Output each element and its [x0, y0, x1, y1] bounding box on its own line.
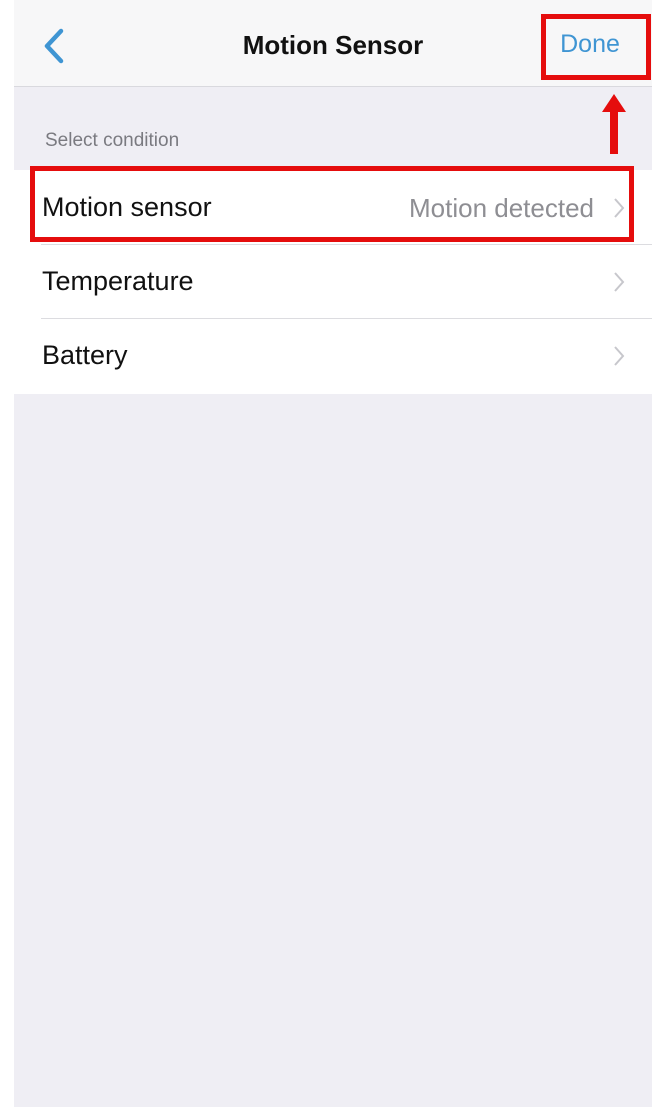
condition-value: Motion detected: [408, 193, 594, 223]
chevron-right-icon: [614, 272, 625, 292]
condition-label: Battery: [42, 340, 128, 370]
chevron-right-icon: [614, 346, 625, 366]
condition-label: Temperature: [42, 266, 194, 296]
condition-row-motion-sensor[interactable]: Motion sensor Motion detected: [14, 170, 652, 244]
section-header: Select condition: [45, 130, 180, 151]
navigation-bar: Motion Sensor Done: [14, 0, 652, 87]
app-screen: Motion Sensor Done Select condition Moti…: [14, 0, 652, 1107]
condition-row-temperature[interactable]: Temperature: [14, 244, 652, 318]
done-button[interactable]: Done: [547, 30, 633, 59]
arrow-up-icon: [602, 94, 626, 154]
condition-row-battery[interactable]: Battery: [14, 318, 652, 392]
chevron-right-icon: [614, 198, 625, 218]
condition-list: Motion sensor Motion detected Temperatur…: [14, 170, 652, 394]
condition-label: Motion sensor: [42, 192, 212, 222]
